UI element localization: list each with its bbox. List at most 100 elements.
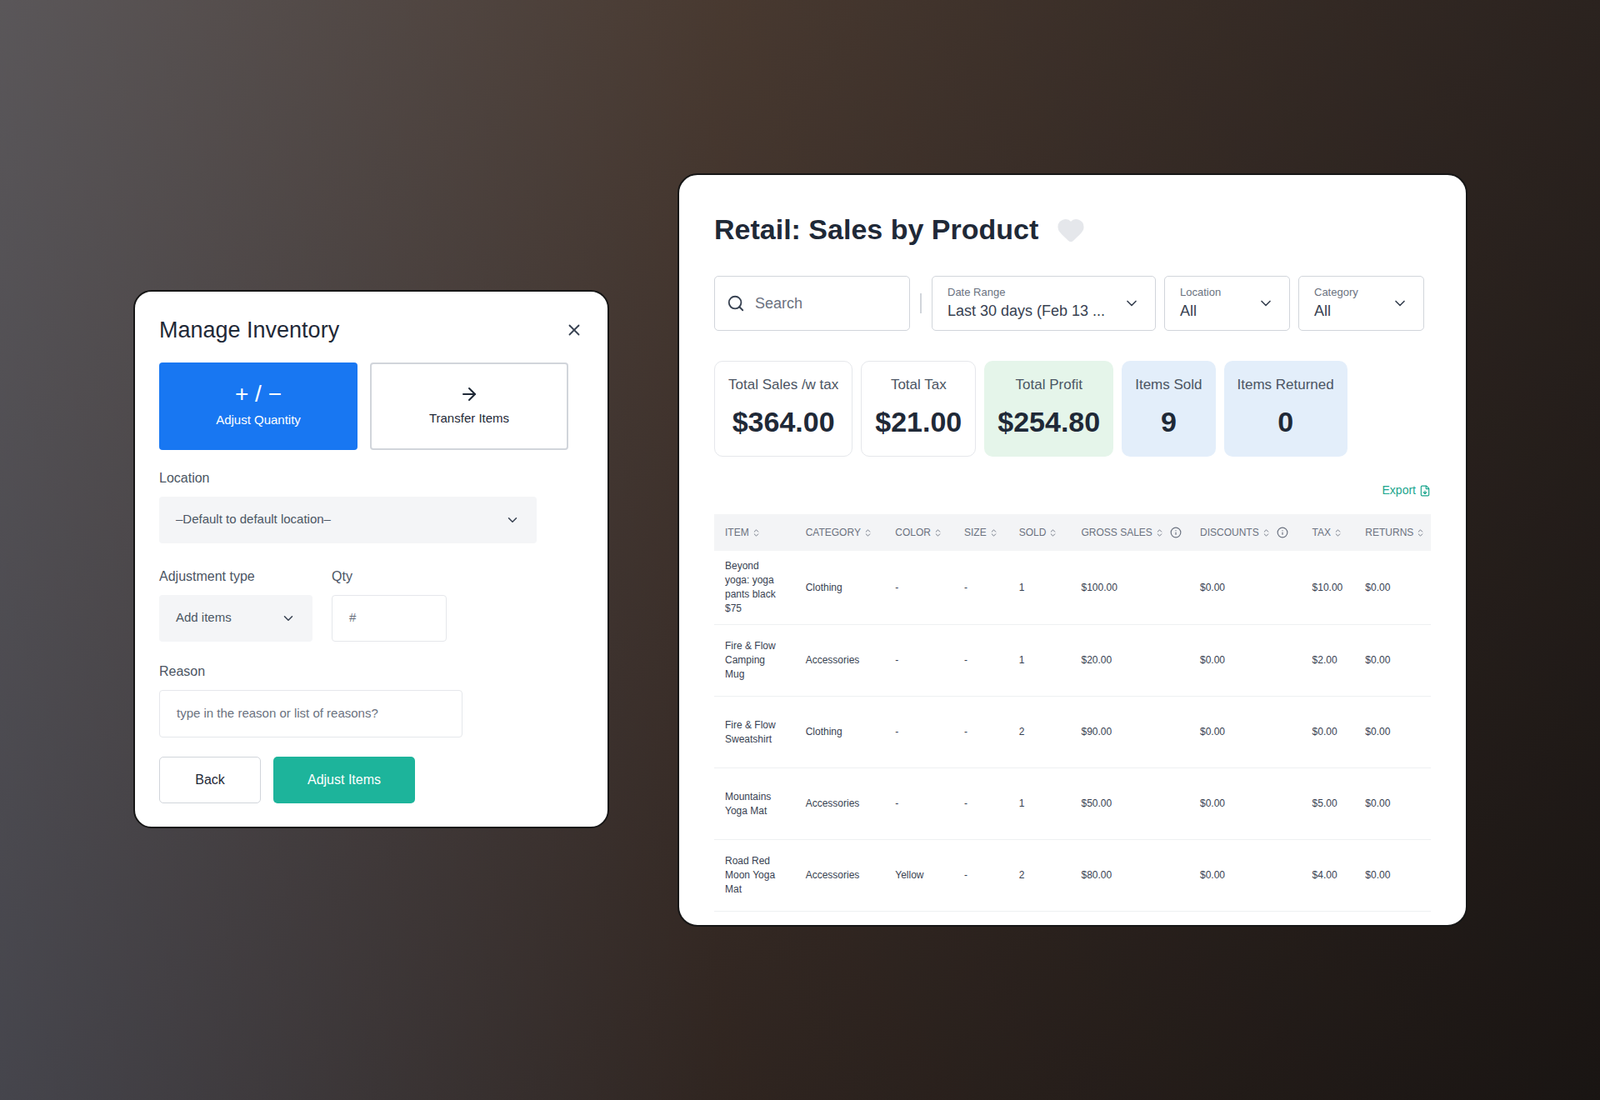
- table-cell: $0.00: [1189, 653, 1302, 668]
- close-icon[interactable]: [565, 320, 584, 340]
- location-select[interactable]: –Default to default location–: [159, 496, 537, 544]
- chevron-down-icon: [505, 512, 520, 528]
- chevron-down-icon: [1257, 295, 1275, 312]
- field-label: Reason: [159, 661, 584, 682]
- field-label: Location: [159, 468, 584, 489]
- arrow-right-icon: [459, 384, 480, 405]
- stat-card: Items Sold9: [1121, 360, 1215, 457]
- chevron-down-icon: [280, 610, 296, 626]
- field-label: Qty: [331, 566, 447, 587]
- filter-dropdown[interactable]: Date RangeLast 30 days (Feb 13 ...: [931, 275, 1156, 331]
- mode-tab[interactable]: Transfer Items: [370, 362, 569, 450]
- stat-card: Total Sales /w tax$364.00: [714, 360, 853, 457]
- export-link[interactable]: Export: [1382, 481, 1431, 500]
- info-icon: [1276, 526, 1289, 539]
- table-cell: 1: [1008, 580, 1071, 595]
- page: Manage Inventory+ / −Adjust QuantityTran…: [0, 0, 1600, 1100]
- table-cell: $10.00: [1301, 580, 1355, 595]
- qty-input[interactable]: #: [331, 595, 447, 642]
- table-cell: $0.00: [1189, 868, 1302, 883]
- table-row[interactable]: Fire & Flow Camping MugAccessories--1$20…: [714, 625, 1431, 697]
- heart-icon[interactable]: [1056, 215, 1085, 245]
- sort-icon: [751, 528, 761, 538]
- sales-report-card: Retail: Sales by Product Search Date Range…: [677, 173, 1468, 927]
- adjust-glyph: + / −: [235, 382, 282, 406]
- table-cell: $0.00: [1354, 580, 1431, 595]
- table-cell: -: [953, 868, 1009, 883]
- table-cell: Fire & Flow Camping Mug: [714, 639, 795, 682]
- column-header[interactable]: DISCOUNTS: [1189, 525, 1302, 540]
- table-row[interactable]: Mountains Yoga MatAccessories--1$50.00$0…: [714, 768, 1431, 840]
- table-cell: 1: [1008, 653, 1071, 668]
- column-header[interactable]: SOLD: [1008, 525, 1071, 540]
- table-cell: -: [953, 580, 1009, 595]
- stat-card: Total Profit$254.80: [984, 360, 1114, 457]
- filter-dropdown[interactable]: CategoryAll: [1298, 275, 1425, 331]
- table-cell: $0.00: [1189, 580, 1302, 595]
- field-label: Adjustment type: [159, 566, 313, 587]
- mode-tab[interactable]: + / −Adjust Quantity: [159, 362, 358, 450]
- table-row[interactable]: Road Red Moon Yoga MatAccessoriesYellow-…: [714, 840, 1431, 912]
- table-cell: -: [884, 725, 954, 740]
- column-header[interactable]: CATEGORY: [795, 525, 885, 540]
- table-cell: Mountains Yoga Mat: [714, 790, 795, 819]
- column-header[interactable]: SIZE: [953, 525, 1009, 540]
- table-cell: Beyond yoga: yoga pants black $75: [714, 559, 795, 616]
- back-button[interactable]: Back: [159, 756, 261, 804]
- sort-icon: [1261, 528, 1271, 538]
- table-cell: -: [953, 796, 1009, 811]
- reason-input[interactable]: type in the reason or list of reasons?: [159, 690, 463, 738]
- adjustment-type-select[interactable]: Add items: [159, 595, 313, 642]
- table-cell: -: [953, 725, 1009, 740]
- sort-icon: [1415, 528, 1425, 538]
- table-cell: $0.00: [1189, 796, 1302, 811]
- table-cell: $0.00: [1189, 725, 1302, 740]
- table-cell: $90.00: [1070, 725, 1190, 740]
- sort-icon: [1155, 528, 1165, 538]
- table-cell: $0.00: [1354, 868, 1431, 883]
- sort-icon: [1333, 528, 1343, 538]
- table-cell: -: [953, 653, 1009, 668]
- stat-card: Items Returned0: [1224, 360, 1348, 457]
- search-input[interactable]: Search: [714, 275, 910, 331]
- table-header: ITEMCATEGORYCOLORSIZESOLDGROSS SALESDISC…: [714, 514, 1431, 551]
- table-cell: $2.00: [1301, 653, 1355, 668]
- table-cell: $4.00: [1301, 868, 1355, 883]
- table-row[interactable]: Beyond yoga: yoga pants black $75Clothin…: [714, 550, 1431, 625]
- table-cell: Yellow: [884, 868, 954, 883]
- table-cell: Clothing: [795, 580, 885, 595]
- table-cell: Road Red Moon Yoga Mat: [714, 854, 795, 897]
- table-cell: Accessories: [795, 868, 885, 883]
- table-row[interactable]: Fire & Flow SweatshirtClothing--2$90.00$…: [714, 696, 1431, 769]
- column-header[interactable]: COLOR: [884, 525, 954, 540]
- table-cell: -: [884, 580, 954, 595]
- filter-dropdown[interactable]: LocationAll: [1164, 275, 1290, 331]
- table-cell: Fire & Flow Sweatshirt: [714, 718, 795, 747]
- column-header[interactable]: TAX: [1301, 525, 1355, 540]
- table-cell: Accessories: [795, 796, 885, 811]
- sort-icon: [863, 528, 873, 538]
- adjust-items-button[interactable]: Adjust Items: [273, 756, 415, 804]
- table-cell: $20.00: [1070, 653, 1190, 668]
- table-cell: 2: [1008, 725, 1071, 740]
- table-cell: $100.00: [1070, 580, 1190, 595]
- info-icon: [1170, 526, 1182, 539]
- search-icon: [726, 294, 745, 313]
- table-cell: $80.00: [1070, 868, 1190, 883]
- table-cell: $0.00: [1301, 725, 1355, 740]
- sort-icon: [1048, 528, 1058, 538]
- report-title: Retail: Sales by Product: [714, 208, 1039, 251]
- chevron-down-icon: [1123, 295, 1140, 312]
- sort-icon: [989, 528, 999, 538]
- column-header[interactable]: GROSS SALES: [1070, 525, 1190, 540]
- table-cell: $0.00: [1354, 653, 1431, 668]
- table-cell: -: [884, 653, 954, 668]
- file-download-icon: [1419, 485, 1431, 497]
- table-cell: 1: [1008, 796, 1071, 811]
- table-cell: $0.00: [1354, 725, 1431, 740]
- table-cell: Clothing: [795, 725, 885, 740]
- column-header[interactable]: ITEM: [714, 525, 795, 540]
- chevron-down-icon: [1391, 295, 1409, 312]
- column-header[interactable]: RETURNS: [1354, 525, 1431, 540]
- stat-card: Total Tax$21.00: [860, 360, 976, 457]
